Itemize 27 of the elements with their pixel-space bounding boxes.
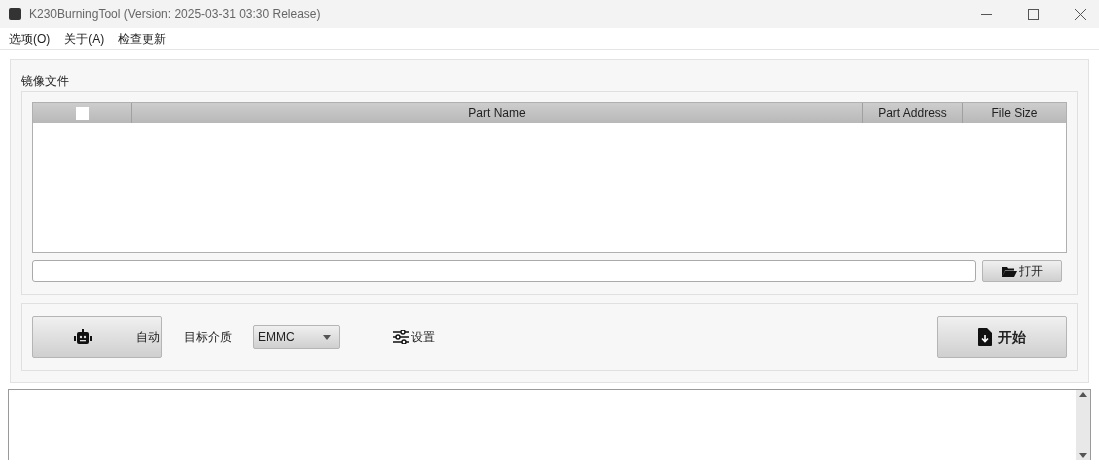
- scrollbar[interactable]: [1076, 390, 1090, 460]
- group-title: 镜像文件: [21, 74, 70, 88]
- settings-button[interactable]: 设置: [393, 328, 435, 346]
- menu-item[interactable]: 选项(O): [9, 29, 51, 48]
- start-button[interactable]: 开始: [937, 316, 1067, 358]
- target-select[interactable]: EMMC: [253, 325, 340, 349]
- file-download-icon: [978, 328, 992, 346]
- column-header[interactable]: Part Name: [132, 103, 863, 123]
- file-path-field[interactable]: [32, 260, 976, 282]
- window-title: K230BurningTool (Version: 2025-03-31 03:30 Release): [29, 6, 321, 23]
- column-header[interactable]: Part Address: [863, 103, 963, 123]
- target-label: 目标介质: [184, 329, 232, 346]
- folder-icon: [1001, 265, 1017, 277]
- robot-icon: [73, 329, 93, 345]
- open-button[interactable]: 打开: [982, 260, 1062, 282]
- auto-button[interactable]: 自动: [32, 316, 162, 358]
- menu-item[interactable]: 关于(A): [64, 29, 105, 48]
- close-icon[interactable]: [1075, 8, 1086, 20]
- app-icon: [9, 8, 21, 20]
- column-header[interactable]: File Size: [963, 103, 1066, 123]
- menu-item[interactable]: 检查更新: [118, 29, 167, 48]
- select-all-checkbox[interactable]: [75, 106, 89, 120]
- scroll-up-icon: [1079, 392, 1087, 397]
- sliders-icon: [393, 330, 409, 344]
- maximize-icon[interactable]: [1028, 8, 1039, 20]
- scroll-down-icon: [1079, 453, 1087, 458]
- dropdown-arrow-icon: [323, 334, 331, 340]
